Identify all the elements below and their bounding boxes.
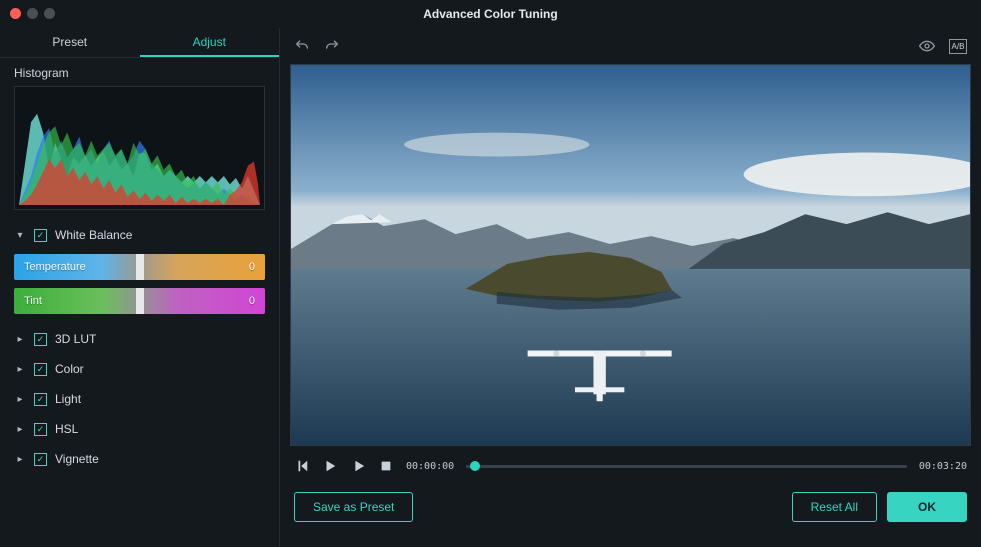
tab-adjust[interactable]: Adjust (140, 28, 280, 57)
save-preset-button[interactable]: Save as Preset (294, 492, 413, 522)
histogram-label: Histogram (0, 58, 279, 86)
reset-all-button[interactable]: Reset All (792, 492, 877, 522)
histogram (14, 86, 265, 210)
temperature-slider[interactable]: Temperature 0 (14, 254, 265, 280)
sidebar-tabs: Preset Adjust (0, 28, 279, 58)
section-3d-lut[interactable]: ▸ ✓ 3D LUT (0, 324, 279, 354)
transport-bar: 00:00:00 00:03:20 (290, 458, 971, 474)
footer-buttons: Save as Preset Reset All OK (290, 492, 971, 522)
ab-compare-button[interactable]: A/B (949, 39, 967, 54)
temperature-thumb[interactable] (136, 254, 144, 280)
tint-slider[interactable]: Tint 0 (14, 288, 265, 314)
white-balance-label: White Balance (55, 228, 132, 242)
section-light[interactable]: ▸ ✓ Light (0, 384, 279, 414)
temperature-label: Temperature (24, 261, 86, 273)
window-minimize-button[interactable] (27, 8, 38, 19)
3d-lut-checkbox[interactable]: ✓ (34, 333, 47, 346)
chevron-right-icon: ▸ (14, 334, 26, 345)
titlebar: Advanced Color Tuning (0, 0, 981, 28)
light-label: Light (55, 392, 81, 406)
timecode-current: 00:00:00 (406, 461, 454, 472)
redo-icon[interactable] (324, 38, 340, 54)
timeline-scrubber[interactable] (466, 465, 907, 468)
hsl-label: HSL (55, 422, 78, 436)
timeline-playhead[interactable] (470, 461, 480, 471)
section-vignette[interactable]: ▸ ✓ Vignette (0, 444, 279, 474)
sidebar: Preset Adjust Histogram ▾ ✓ White Balanc… (0, 28, 280, 547)
timecode-duration: 00:03:20 (919, 461, 967, 472)
chevron-down-icon: ▾ (14, 230, 26, 241)
next-frame-button[interactable] (350, 458, 366, 474)
vignette-checkbox[interactable]: ✓ (34, 453, 47, 466)
tint-thumb[interactable] (136, 288, 144, 314)
window-title: Advanced Color Tuning (423, 7, 557, 21)
tab-preset[interactable]: Preset (0, 28, 140, 57)
window-controls (10, 8, 55, 19)
window-close-button[interactable] (10, 8, 21, 19)
section-color[interactable]: ▸ ✓ Color (0, 354, 279, 384)
light-checkbox[interactable]: ✓ (34, 393, 47, 406)
section-hsl[interactable]: ▸ ✓ HSL (0, 414, 279, 444)
tint-label: Tint (24, 295, 42, 307)
window-zoom-button[interactable] (44, 8, 55, 19)
section-white-balance[interactable]: ▾ ✓ White Balance (0, 220, 279, 250)
color-checkbox[interactable]: ✓ (34, 363, 47, 376)
prev-frame-button[interactable] (294, 458, 310, 474)
chevron-right-icon: ▸ (14, 364, 26, 375)
hsl-checkbox[interactable]: ✓ (34, 423, 47, 436)
white-balance-checkbox[interactable]: ✓ (34, 229, 47, 242)
ok-button[interactable]: OK (887, 492, 967, 522)
play-button[interactable] (322, 458, 338, 474)
preview-viewport[interactable] (290, 64, 971, 446)
undo-icon[interactable] (294, 38, 310, 54)
preview-toolbar: A/B (290, 32, 971, 60)
chevron-right-icon: ▸ (14, 424, 26, 435)
stop-button[interactable] (378, 458, 394, 474)
tint-value: 0 (249, 295, 255, 307)
preview-visibility-icon[interactable] (919, 38, 935, 54)
temperature-value: 0 (249, 261, 255, 273)
chevron-right-icon: ▸ (14, 394, 26, 405)
color-label: Color (55, 362, 84, 376)
3d-lut-label: 3D LUT (55, 332, 96, 346)
vignette-label: Vignette (55, 452, 99, 466)
chevron-right-icon: ▸ (14, 454, 26, 465)
